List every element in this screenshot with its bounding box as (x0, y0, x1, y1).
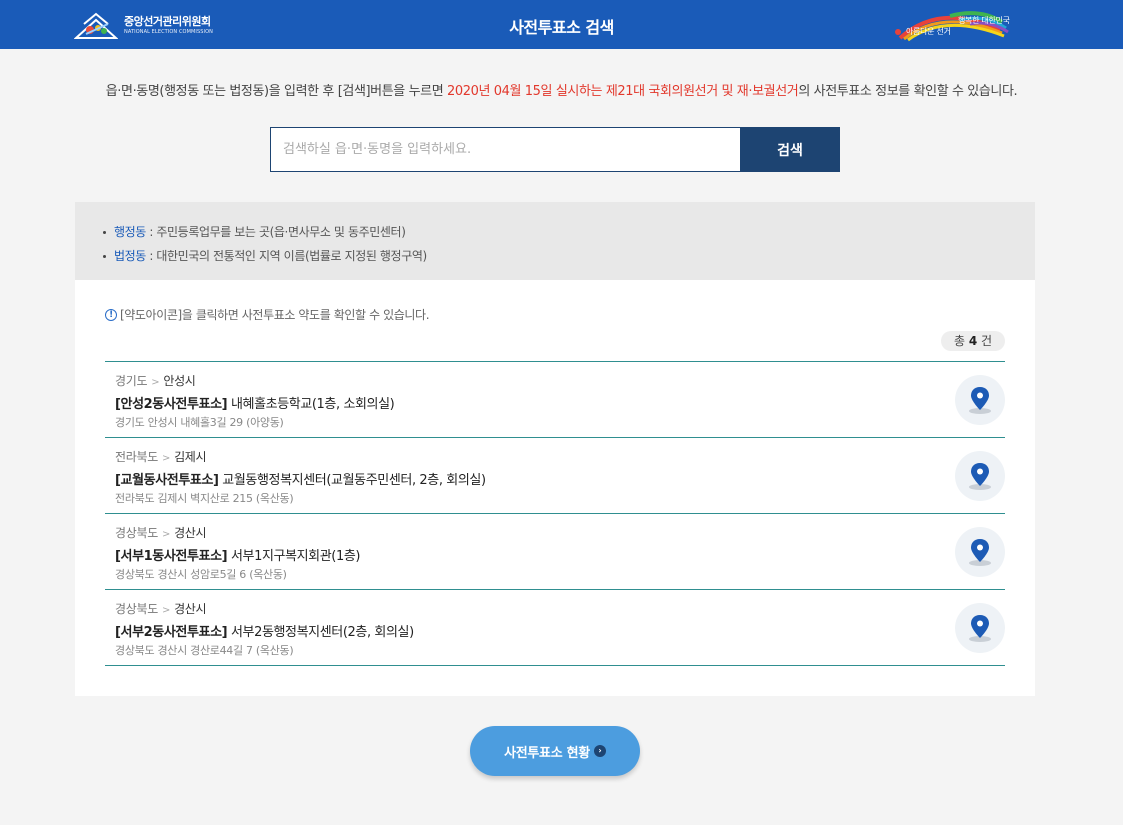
province: 경상북도 (115, 602, 158, 616)
search-button[interactable]: 검색 (740, 127, 840, 172)
definition-box: 행정동 : 주민등록업무를 보는 곳(읍·면사무소 및 동주민센터) 법정동 :… (75, 202, 1035, 280)
chevron-right-icon: › (593, 745, 606, 757)
definition-term: 행정동 (114, 225, 146, 239)
station-place: 서부2동행정복지센터(2층, 회의실) (227, 625, 414, 640)
station-label: [서부1동사전투표소] (115, 549, 228, 564)
station-place: 교월동행정복지센터(교월동주민센터, 2층, 회의실) (218, 473, 486, 488)
definition-item: 법정동 : 대한민국의 전통적인 지역 이름(법률로 지정된 행정구역) (103, 244, 1035, 268)
province: 전라북도 (115, 450, 158, 464)
province: 경기도 (115, 374, 148, 388)
station-name: [안성2동사전투표소] 내혜홀초등학교(1층, 소회의실) (115, 393, 395, 412)
separator-icon: > (151, 377, 160, 388)
map-pin-icon (969, 539, 991, 566)
slogan-beautiful-election: 아름다운 선거 (906, 27, 951, 36)
separator-icon: > (161, 453, 171, 464)
map-button[interactable] (955, 603, 1005, 653)
count-prefix: 총 (953, 334, 969, 348)
station-label: [안성2동사전투표소] (115, 397, 228, 412)
intro-before: 읍·면·동명(행정동 또는 법정동)을 입력한 후 [검색]버튼을 누르면 (105, 84, 447, 99)
list-item: 경상북도 > 경산시 [서부1동사전투표소] 서부1지구복지회관(1층) 경상북도 … (105, 514, 1005, 590)
search-input[interactable] (270, 127, 741, 172)
station-name: [교월동사전투표소] 교월동행정복지센터(교월동주민센터, 2층, 회의실) (115, 469, 486, 488)
notice-text: [약도아이콘]을 클릭하면 사전투표소 약도를 확인할 수 있습니다. (120, 308, 430, 322)
station-name: [서부1동사전투표소] 서부1지구복지회관(1층) (115, 545, 360, 564)
station-place: 서부1지구복지회관(1층) (227, 549, 361, 564)
search-bar: 검색 (270, 127, 840, 172)
station-address: 전라북도 김제시 벽지산로 215 (옥산동) (115, 492, 294, 505)
info-icon: ! (105, 308, 117, 321)
region-path: 경상북도 > 경산시 (115, 600, 207, 617)
bullet-icon (103, 231, 106, 234)
definition-term: 법정동 (114, 249, 146, 263)
count-suffix: 건 (977, 334, 993, 348)
intro-text: 읍·면·동명(행정동 또는 법정동)을 입력한 후 [검색]버튼을 누르면 20… (0, 80, 1123, 99)
count-number: 4 (968, 334, 978, 348)
station-address: 경기도 안성시 내혜홀3길 29 (아양동) (115, 416, 284, 429)
early-voting-status-button[interactable]: 사전투표소 현황 › (470, 726, 640, 776)
separator-icon: > (161, 529, 171, 540)
station-address: 경상북도 경산시 경산로44길 7 (옥산동) (115, 644, 294, 657)
slogan-happy-korea: 행복한 대한민국 (958, 16, 1010, 25)
city: 김제시 (174, 450, 207, 464)
definition-item: 행정동 : 주민등록업무를 보는 곳(읍·면사무소 및 동주민센터) (103, 220, 1035, 244)
top-header: 중앙선거관리위원회 NATIONAL ELECTION COMMISSION 사… (0, 0, 1123, 49)
province: 경상북도 (115, 526, 158, 540)
definition-desc: : 주민등록업무를 보는 곳(읍·면사무소 및 동주민센터) (145, 225, 406, 239)
status-button-label: 사전투표소 현황 (504, 745, 590, 761)
result-list: 경기도 > 안성시 [안성2동사전투표소] 내혜홀초등학교(1층, 소회의실) 경기… (105, 361, 1005, 666)
results-panel: ! [약도아이콘]을 클릭하면 사전투표소 약도를 확인할 수 있습니다. 총 … (75, 280, 1035, 696)
region-path: 경상북도 > 경산시 (115, 524, 207, 541)
bullet-icon (103, 255, 106, 258)
station-place: 내혜홀초등학교(1층, 소회의실) (227, 397, 395, 412)
intro-after: 의 사전투표소 정보를 확인할 수 있습니다. (798, 84, 1018, 99)
result-count-badge: 총 4 건 (941, 331, 1005, 351)
map-button[interactable] (955, 451, 1005, 501)
list-item: 경기도 > 안성시 [안성2동사전투표소] 내혜홀초등학교(1층, 소회의실) 경기… (105, 362, 1005, 438)
map-button[interactable] (955, 527, 1005, 577)
station-address: 경상북도 경산시 성암로5길 6 (옥산동) (115, 568, 287, 581)
station-label: [서부2동사전투표소] (115, 625, 228, 640)
city: 경산시 (174, 526, 207, 540)
map-notice: ! [약도아이콘]을 클릭하면 사전투표소 약도를 확인할 수 있습니다. (105, 306, 430, 323)
map-pin-icon (969, 387, 991, 414)
map-pin-icon (969, 615, 991, 642)
city: 안성시 (163, 374, 196, 388)
city: 경산시 (174, 602, 207, 616)
map-button[interactable] (955, 375, 1005, 425)
list-item: 경상북도 > 경산시 [서부2동사전투표소] 서부2동행정복지센터(2층, 회의실)… (105, 590, 1005, 666)
slogan-logo: 행복한 대한민국 아름다운 선거 (890, 8, 1040, 42)
definition-desc: : 대한민국의 전통적인 지역 이름(법률로 지정된 행정구역) (145, 249, 427, 263)
intro-highlight: 2020년 04월 15일 실시하는 제21대 국회의원선거 및 재·보궐선거 (447, 84, 799, 99)
station-label: [교월동사전투표소] (115, 473, 219, 488)
map-pin-icon (969, 463, 991, 490)
list-item: 전라북도 > 김제시 [교월동사전투표소] 교월동행정복지센터(교월동주민센터, 2… (105, 438, 1005, 514)
separator-icon: > (161, 605, 171, 616)
region-path: 전라북도 > 김제시 (115, 448, 207, 465)
station-name: [서부2동사전투표소] 서부2동행정복지센터(2층, 회의실) (115, 621, 414, 640)
region-path: 경기도 > 안성시 (115, 372, 196, 389)
